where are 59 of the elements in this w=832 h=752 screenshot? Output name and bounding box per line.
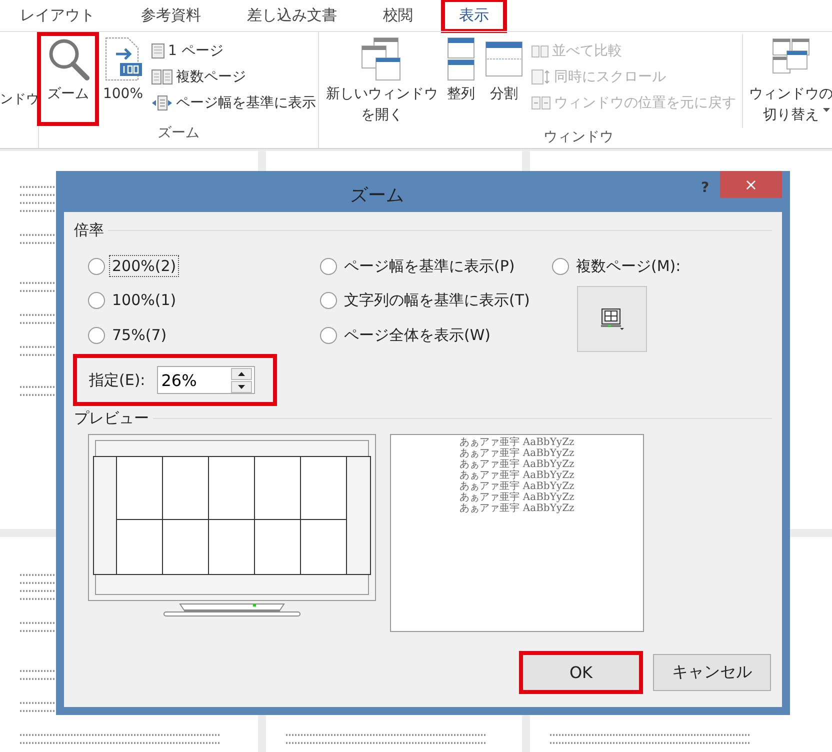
close-button[interactable]: ×	[720, 171, 782, 198]
radio-label[interactable]: ページ幅を基準に表示(P)	[341, 254, 518, 278]
sample-text: あぁアァ亜宇 AaBbYyZz	[460, 448, 574, 459]
radio-button[interactable]	[552, 258, 569, 274]
radio-label[interactable]: 複数ページ(M):	[573, 254, 684, 278]
radio-label[interactable]: ページ全体を表示(W)	[341, 324, 494, 346]
page-icon	[151, 43, 165, 59]
up-arrow-icon	[238, 372, 246, 376]
section-label: プレビュー	[74, 408, 149, 428]
group-label: ズーム	[156, 124, 200, 143]
spin-down-button[interactable]	[231, 381, 252, 393]
ribbon-button[interactable]: 分割	[481, 34, 527, 128]
spin-up-button[interactable]	[231, 368, 252, 380]
radio-label[interactable]: 200%(2)	[109, 255, 180, 277]
reset-windows-icon	[531, 96, 551, 110]
scroll-page-icon	[531, 69, 551, 85]
radio-button[interactable]	[320, 326, 337, 344]
monitor-icon	[600, 308, 624, 330]
ribbon-button[interactable]: ズーム	[39, 34, 97, 124]
ribbon-button[interactable]: ウィンドウの切り替え	[742, 34, 832, 128]
ribbon-button[interactable]: 1 ページ	[149, 40, 318, 62]
stacked-windows-icon	[446, 36, 476, 82]
two-pages-icon	[151, 69, 173, 85]
ribbon-button-label: ンドウ	[0, 91, 38, 108]
field-label: 指定(E):	[89, 370, 146, 390]
multi-page-button[interactable]	[577, 286, 647, 352]
ribbon-tab[interactable]: レイアウト	[4, 0, 111, 31]
caret-icon	[823, 108, 830, 112]
section-label: 倍率	[74, 220, 104, 240]
ribbon-button[interactable]: 複数ページ	[149, 66, 318, 88]
ribbon-button[interactable]: 整列	[443, 34, 479, 128]
sample-text: あぁアァ亜宇 AaBbYyZz	[460, 481, 574, 492]
ribbon-button[interactable]: 新しいウィンドウを開く	[323, 34, 441, 128]
ribbon-tab[interactable]: 校閲	[367, 0, 429, 31]
cancel-button[interactable]: キャンセル	[653, 654, 771, 691]
ok-button[interactable]: OK	[522, 654, 640, 691]
sample-text: あぁアァ亜宇 AaBbYyZz	[460, 459, 574, 470]
down-arrow-icon	[238, 385, 246, 389]
radio-button[interactable]	[88, 292, 105, 308]
ribbon-button[interactable]: 100%	[99, 34, 147, 124]
sample-text: あぁアァ亜宇 AaBbYyZz	[460, 470, 574, 481]
radio-label[interactable]: 75%(7)	[109, 324, 170, 346]
radio-label[interactable]: 文字列の幅を基準に表示(T)	[341, 288, 533, 312]
radio-button[interactable]	[320, 258, 337, 274]
book-icon	[531, 44, 549, 58]
sample-text: あぁアァ亜宇 AaBbYyZz	[460, 503, 574, 514]
sample-text: あぁアァ亜宇 AaBbYyZz	[460, 492, 574, 503]
page-width-icon	[151, 95, 173, 111]
ribbon-tab[interactable]: 表示	[443, 0, 505, 31]
radio-label[interactable]: 100%(1)	[109, 289, 180, 311]
ribbon-button[interactable]: ページ幅を基準に表示	[149, 92, 318, 114]
dialog-title: ズーム	[349, 184, 405, 207]
sample-text: あぁアァ亜宇 AaBbYyZz	[460, 437, 574, 448]
radio-button[interactable]	[88, 326, 105, 344]
radio-button[interactable]	[320, 292, 337, 308]
group-label: ウィンドウ	[542, 128, 614, 147]
radio-button[interactable]	[88, 258, 105, 274]
ribbon-tab[interactable]: 参考資料	[125, 0, 217, 31]
ribbon-tab[interactable]: 差し込み文書	[231, 0, 353, 31]
